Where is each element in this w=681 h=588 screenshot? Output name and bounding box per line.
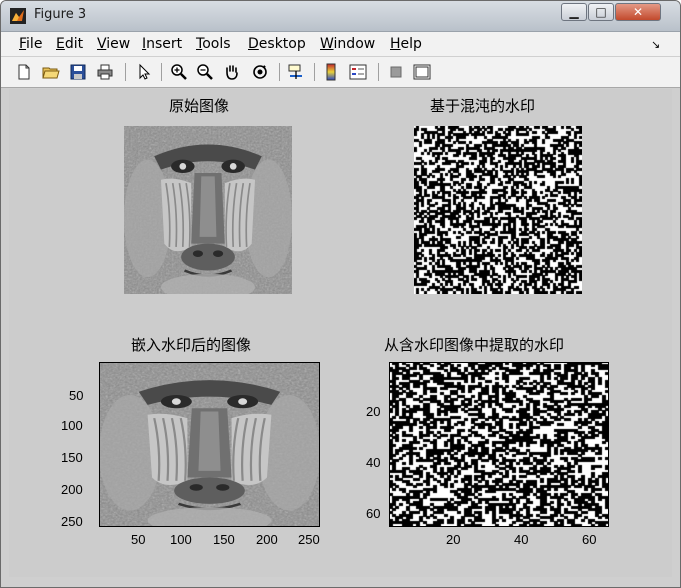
save-icon[interactable] — [68, 62, 88, 82]
chaotic-watermark-image — [414, 126, 582, 294]
rotate-3d-icon[interactable] — [250, 62, 270, 82]
menu-help[interactable]: Help — [390, 36, 422, 52]
panel3-ytick: 100 — [61, 418, 83, 433]
panel4-ytick: 60 — [366, 506, 381, 521]
panel2-title: 基于混沌的水印 — [430, 97, 536, 115]
new-file-icon[interactable] — [14, 62, 34, 82]
original-mandrill-image — [124, 126, 292, 294]
panel3-xtick: 250 — [298, 532, 320, 547]
figure-window: Figure 3 ▁ □ ✕ File Edit View Insert Too… — [0, 0, 681, 588]
menu-window[interactable]: Window — [320, 36, 375, 52]
figure-canvas: 原始图像 基于混沌的水印 嵌入水印后的图像 50 100 150 200 250… — [9, 89, 672, 577]
data-cursor-icon[interactable] — [286, 62, 306, 82]
minimize-button[interactable]: ▁ — [561, 3, 587, 21]
close-icon: ✕ — [632, 5, 644, 19]
panel3-xtick: 50 — [131, 532, 146, 547]
menu-tools[interactable]: Tools — [196, 36, 231, 52]
panel3-ytick: 150 — [61, 450, 83, 465]
pan-hand-icon[interactable] — [222, 62, 242, 82]
panel4-xtick: 20 — [446, 532, 461, 547]
menu-desktop[interactable]: Desktop — [248, 36, 306, 52]
title-bar[interactable]: Figure 3 ▁ □ ✕ — [1, 1, 680, 32]
dock-arrow-icon[interactable]: ↘ — [651, 38, 660, 51]
pointer-icon[interactable] — [134, 62, 154, 82]
panel4-ytick: 20 — [366, 404, 381, 419]
toolbar-separator — [161, 63, 162, 81]
matlab-app-icon — [10, 8, 26, 24]
figure-toolbar — [1, 57, 680, 88]
legend-icon[interactable] — [348, 62, 368, 82]
toolbar-separator — [125, 63, 126, 81]
colorbar-icon[interactable] — [321, 62, 341, 82]
panel3-xtick: 100 — [170, 532, 192, 547]
menu-view[interactable]: View — [97, 36, 130, 52]
print-icon[interactable] — [95, 62, 115, 82]
toolbar-separator — [279, 63, 280, 81]
panel3-ytick: 250 — [61, 514, 83, 529]
menu-edit[interactable]: Edit — [56, 36, 83, 52]
close-button[interactable]: ✕ — [615, 3, 661, 21]
panel3-axes-frame — [99, 362, 320, 527]
panel4-title: 从含水印图像中提取的水印 — [384, 336, 565, 354]
zoom-out-icon[interactable] — [195, 62, 215, 82]
open-folder-icon[interactable] — [41, 62, 61, 82]
menu-insert[interactable]: Insert — [142, 36, 182, 52]
panel3-ytick: 50 — [69, 388, 84, 403]
panel1-title: 原始图像 — [169, 97, 230, 115]
panel4-axes-frame — [389, 362, 609, 527]
minimize-icon: ▁ — [569, 5, 579, 19]
panel3-xtick: 150 — [213, 532, 235, 547]
maximize-icon: □ — [595, 5, 607, 19]
maximize-button[interactable]: □ — [588, 3, 614, 21]
panel3-title: 嵌入水印后的图像 — [131, 336, 252, 354]
panel4-xtick: 40 — [514, 532, 529, 547]
panel4-ytick: 40 — [366, 455, 381, 470]
hide-plot-tools-icon[interactable] — [386, 62, 406, 82]
window-title: Figure 3 — [34, 7, 87, 22]
menu-bar: File Edit View Insert Tools Desktop Wind… — [1, 32, 680, 57]
show-plot-tools-icon[interactable] — [412, 62, 432, 82]
toolbar-separator — [314, 63, 315, 81]
panel3-xtick: 200 — [256, 532, 278, 547]
panel4-xtick: 60 — [582, 532, 597, 547]
panel3-ytick: 200 — [61, 482, 83, 497]
toolbar-separator — [378, 63, 379, 81]
menu-file[interactable]: File — [19, 36, 42, 52]
zoom-in-icon[interactable] — [169, 62, 189, 82]
